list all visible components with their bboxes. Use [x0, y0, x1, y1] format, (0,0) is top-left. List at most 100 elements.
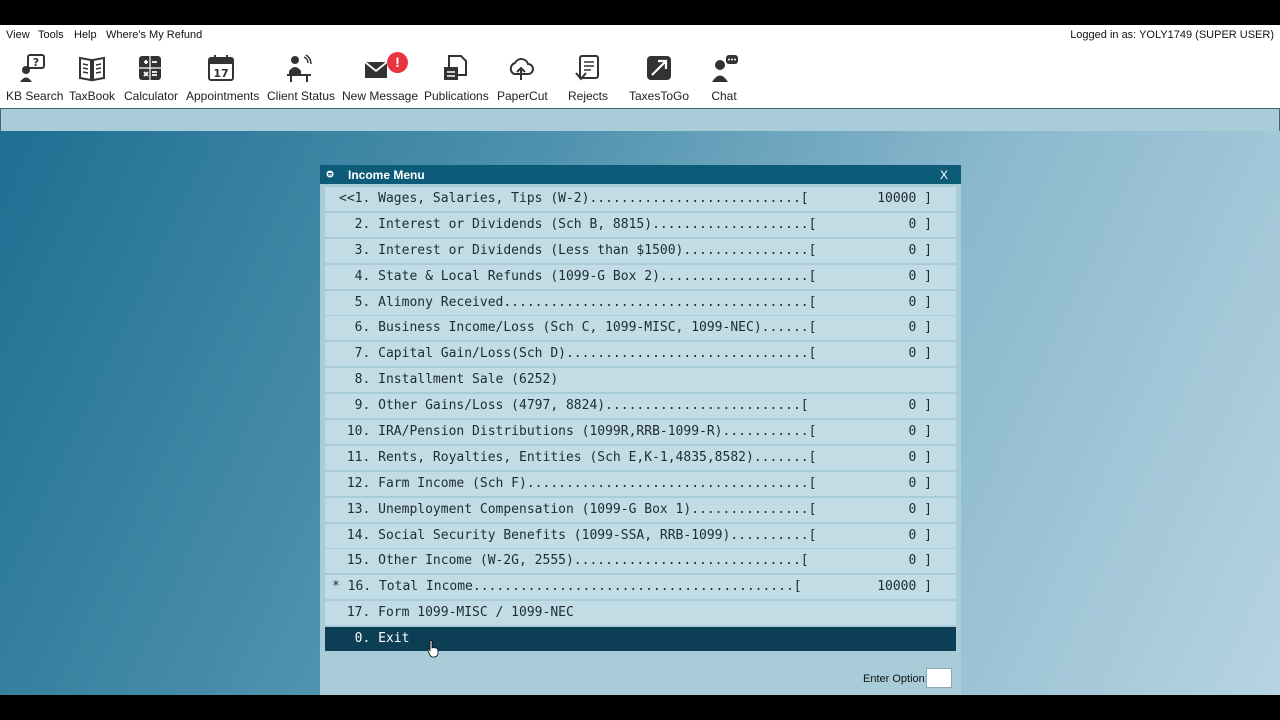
calculator-icon	[139, 56, 161, 80]
option-text: 11. Rents, Royalties, Entities (Sch E,K-…	[339, 449, 817, 465]
toolbar: ? KB Search TaxBook Calculator 17 Appoin…	[0, 45, 1280, 108]
appointments-label: Appointments	[186, 89, 260, 103]
option-text: 10. IRA/Pension Distributions (1099R,RRB…	[339, 424, 817, 440]
menu-bar: View Tools Help Where's My Refund Logged…	[0, 25, 1280, 45]
option-value: 0 ]	[908, 527, 932, 543]
svg-text:17: 17	[213, 67, 228, 80]
new-message-label: New Message	[342, 89, 419, 103]
window-menu-icon[interactable]	[326, 170, 334, 178]
client-status-button[interactable]: Client Status	[267, 53, 336, 105]
menu-option-3[interactable]: 3. Interest or Dividends (Less than $150…	[325, 238, 956, 263]
option-text: 14. Social Security Benefits (1099-SSA, …	[339, 527, 817, 543]
menu-option-14[interactable]: 14. Social Security Benefits (1099-SSA, …	[325, 523, 956, 548]
option-value: 0 ]	[908, 398, 932, 414]
menu-option-8[interactable]: 8. Installment Sale (6252)	[325, 368, 956, 393]
menu-option-16[interactable]: * 16. Total Income......................…	[325, 575, 956, 600]
option-value: 0 ]	[908, 268, 932, 284]
option-text: 13. Unemployment Compensation (1099-G Bo…	[339, 501, 817, 517]
menu-option-exit[interactable]: 0. Exit	[325, 627, 956, 652]
menu-option-13[interactable]: 13. Unemployment Compensation (1099-G Bo…	[325, 497, 956, 522]
login-status: Logged in as: YOLY1749 (SUPER USER)	[1070, 29, 1274, 41]
menu-option-10[interactable]: 10. IRA/Pension Distributions (1099R,RRB…	[325, 420, 956, 445]
option-text: 7. Capital Gain/Loss(Sch D).............…	[339, 346, 817, 362]
menu-option-17[interactable]: 17. Form 1099-MISC / 1099-NEC	[325, 601, 956, 626]
cloud-icon	[509, 58, 534, 80]
option-value: 0 ]	[908, 501, 932, 517]
calculator-button[interactable]: Calculator	[124, 53, 179, 105]
papercut-label: PaperCut	[497, 89, 548, 103]
publications-icon	[444, 55, 467, 80]
message-badge: !	[387, 52, 408, 73]
menu-view[interactable]: View	[6, 29, 30, 41]
rejects-label: Rejects	[567, 89, 608, 103]
enter-option-input[interactable]	[926, 668, 952, 688]
taxestogo-button[interactable]: TaxesToGo	[629, 53, 689, 105]
menu-option-4[interactable]: 4. State & Local Refunds (1099-G Box 2).…	[325, 264, 956, 289]
menu-option-2[interactable]: 2. Interest or Dividends (Sch B, 8815)..…	[325, 212, 956, 237]
option-text: 17. Form 1099-MISC / 1099-NEC	[339, 605, 574, 621]
client-status-icon	[287, 54, 312, 82]
chat-button[interactable]: Chat	[708, 53, 740, 105]
option-text: 5. Alimony Received.....................…	[339, 294, 817, 310]
option-text: 4. State & Local Refunds (1099-G Box 2).…	[339, 268, 817, 284]
income-menu-window: Income Menu X <<1. Wages, Salaries, Tips…	[320, 165, 961, 695]
client-status-label: Client Status	[267, 89, 336, 103]
option-text: 6. Business Income/Loss (Sch C, 1099-MIS…	[339, 320, 817, 336]
taxestogo-icon	[647, 56, 671, 80]
option-value: 0 ]	[908, 424, 932, 440]
option-value: 0 ]	[908, 475, 932, 491]
option-text: <<1. Wages, Salaries, Tips (W-2)........…	[339, 191, 809, 206]
option-value: 10000 ]	[877, 579, 932, 595]
calendar-icon: 17	[208, 55, 234, 81]
option-value: 0 ]	[908, 346, 932, 362]
option-text: * 16. Total Income......................…	[332, 579, 802, 595]
taxbook-label: TaxBook	[69, 89, 116, 103]
kb-search-icon: ?	[20, 54, 45, 82]
svg-text:?: ?	[33, 56, 39, 69]
papercut-button[interactable]: PaperCut	[497, 53, 548, 105]
appointments-button[interactable]: 17 Appointments	[186, 53, 260, 105]
book-icon	[79, 56, 105, 82]
menu-option-12[interactable]: 12. Farm Income (Sch F).................…	[325, 471, 956, 496]
publications-label: Publications	[424, 89, 489, 103]
window-titlebar[interactable]: Income Menu X	[320, 165, 961, 184]
menu-option-11[interactable]: 11. Rents, Royalties, Entities (Sch E,K-…	[325, 445, 956, 470]
calculator-label: Calculator	[124, 89, 179, 103]
rejects-icon	[575, 55, 599, 81]
kb-search-label: KB Search	[6, 89, 64, 103]
menu-options: <<1. Wages, Salaries, Tips (W-2)........…	[325, 187, 956, 653]
option-value: 0 ]	[908, 216, 932, 232]
new-message-button[interactable]: ! New Message	[342, 52, 419, 105]
publications-button[interactable]: Publications	[424, 53, 489, 105]
bottom-letterbox	[0, 695, 1280, 720]
taxestogo-label: TaxesToGo	[629, 89, 690, 103]
menu-option-5[interactable]: 5. Alimony Received.....................…	[325, 290, 956, 315]
rejects-button[interactable]: Rejects	[567, 53, 609, 105]
enter-option-label: Enter Option:	[863, 673, 928, 685]
taxbook-button[interactable]: TaxBook	[69, 53, 115, 105]
option-text: 15. Other Income (W-2G, 2555)...........…	[339, 553, 809, 569]
menu-tools[interactable]: Tools	[38, 29, 64, 41]
option-value: 0 ]	[908, 553, 932, 569]
menu-wheres-my-refund[interactable]: Where's My Refund	[106, 29, 202, 41]
menu-option-15[interactable]: 15. Other Income (W-2G, 2555)...........…	[325, 549, 956, 574]
option-text: 2. Interest or Dividends (Sch B, 8815)..…	[339, 216, 817, 232]
menu-option-1[interactable]: <<1. Wages, Salaries, Tips (W-2)........…	[325, 187, 956, 211]
close-button[interactable]: X	[940, 168, 948, 182]
window-title: Income Menu	[348, 168, 425, 182]
chat-label: Chat	[711, 89, 737, 103]
menu-option-9[interactable]: 9. Other Gains/Loss (4797, 8824)........…	[325, 394, 956, 419]
option-value: 0 ]	[908, 294, 932, 310]
kb-search-button[interactable]: ? KB Search	[6, 53, 64, 105]
option-value: 0 ]	[908, 320, 932, 336]
menu-option-6[interactable]: 6. Business Income/Loss (Sch C, 1099-MIS…	[325, 316, 956, 341]
top-letterbox	[0, 0, 1280, 25]
menu-help[interactable]: Help	[74, 29, 97, 41]
command-bar[interactable]	[0, 108, 1280, 132]
menu-option-7[interactable]: 7. Capital Gain/Loss(Sch D).............…	[325, 342, 956, 367]
option-value: 0 ]	[908, 242, 932, 258]
option-text: 8. Installment Sale (6252)	[339, 372, 559, 388]
chat-icon	[712, 55, 738, 82]
option-value: 0 ]	[908, 449, 932, 465]
option-text: 3. Interest or Dividends (Less than $150…	[339, 242, 817, 258]
